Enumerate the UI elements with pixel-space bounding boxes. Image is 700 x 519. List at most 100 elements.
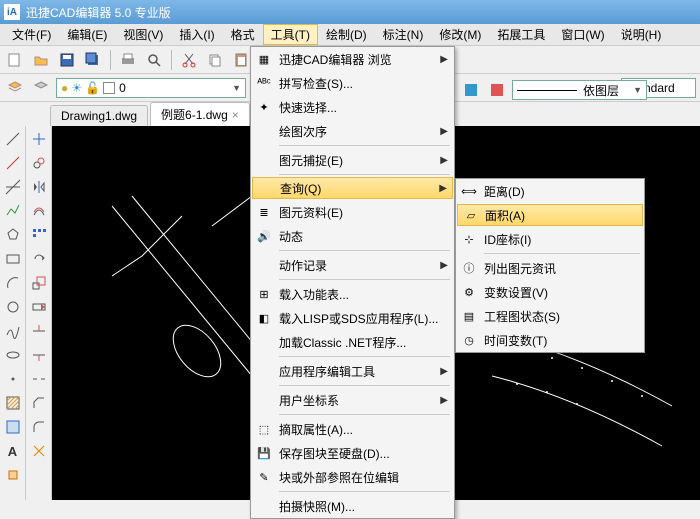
menu-view[interactable]: 视图(V) bbox=[115, 24, 171, 45]
scale-icon[interactable] bbox=[28, 272, 50, 294]
tab-example61[interactable]: 例题6-1.dwg× bbox=[150, 102, 250, 126]
menu-item[interactable]: ◷时间变数(T) bbox=[456, 328, 644, 352]
info-icon: ⓘ bbox=[460, 259, 478, 277]
id-icon: ⊹ bbox=[460, 230, 478, 248]
block-icon[interactable] bbox=[2, 464, 24, 486]
arc-icon[interactable] bbox=[2, 272, 24, 294]
query-submenu: ⟺距离(D)▱面积(A)⊹ID座标(I) ⓘ列出图元资讯⚙变数设置(V)▤工程图状… bbox=[455, 178, 645, 353]
layer-combo[interactable]: ● ☀ 🔓 0 ▼ bbox=[56, 78, 246, 98]
point-icon[interactable] bbox=[2, 368, 24, 390]
open-icon[interactable] bbox=[30, 49, 52, 71]
app-logo-icon: iA bbox=[4, 4, 20, 20]
fillet-icon[interactable] bbox=[28, 416, 50, 438]
menu-extension[interactable]: 拓展工具 bbox=[489, 24, 553, 45]
offset-icon[interactable] bbox=[28, 200, 50, 222]
menu-modify[interactable]: 修改(M) bbox=[431, 24, 489, 45]
ellipse-icon[interactable] bbox=[2, 344, 24, 366]
polyline-icon[interactable] bbox=[2, 200, 24, 222]
menu-draw[interactable]: 绘制(D) bbox=[318, 24, 375, 45]
menu-insert[interactable]: 插入(I) bbox=[171, 24, 222, 45]
copy-icon[interactable] bbox=[204, 49, 226, 71]
menu-window[interactable]: 窗口(W) bbox=[553, 24, 612, 45]
mirror-icon[interactable] bbox=[28, 176, 50, 198]
stretch-icon[interactable] bbox=[28, 296, 50, 318]
chevron-right-icon: ▶ bbox=[439, 183, 447, 194]
text-icon[interactable]: A bbox=[2, 440, 24, 462]
save-icon: 💾 bbox=[255, 444, 273, 462]
circle-icon[interactable] bbox=[2, 296, 24, 318]
explode-icon[interactable] bbox=[28, 440, 50, 462]
color2-icon[interactable] bbox=[486, 79, 508, 101]
color-icon[interactable] bbox=[460, 79, 482, 101]
menu-item[interactable]: 图元捕捉(E)▶ bbox=[251, 148, 454, 172]
menu-item[interactable]: ⓘ列出图元资讯 bbox=[456, 256, 644, 280]
xline-icon[interactable] bbox=[2, 176, 24, 198]
menu-item[interactable]: 🔊动态 bbox=[251, 224, 454, 248]
menu-item[interactable]: ⊹ID座标(I) bbox=[456, 227, 644, 251]
ray-icon[interactable] bbox=[2, 152, 24, 174]
array-icon[interactable] bbox=[28, 224, 50, 246]
rotate-icon[interactable] bbox=[28, 248, 50, 270]
linetype-combo-value: 依图层 bbox=[583, 82, 619, 99]
polygon-icon[interactable] bbox=[2, 224, 24, 246]
spline-icon[interactable] bbox=[2, 320, 24, 342]
menu-help[interactable]: 说明(H) bbox=[613, 24, 670, 45]
app-title: 迅捷CAD编辑器 5.0 专业版 bbox=[26, 4, 171, 21]
menu-item[interactable]: ⬚摘取属性(A)... bbox=[251, 417, 454, 441]
menu-item[interactable]: ▱面积(A) bbox=[457, 204, 643, 226]
left-toolbar-2 bbox=[26, 126, 52, 500]
menu-item[interactable]: ⟺距离(D) bbox=[456, 179, 644, 203]
break-icon[interactable] bbox=[28, 368, 50, 390]
menu-item[interactable]: 查询(Q)▶ bbox=[252, 177, 453, 199]
menu-item[interactable]: ᴬᴮᶜ拼写检查(S)... bbox=[251, 71, 454, 95]
menu-item[interactable]: ✎块或外部参照在位编辑 bbox=[251, 465, 454, 489]
close-icon[interactable]: × bbox=[232, 108, 239, 122]
move-icon[interactable] bbox=[28, 128, 50, 150]
menu-item[interactable]: 加载Classic .NET程序... bbox=[251, 330, 454, 354]
menu-dimension[interactable]: 标注(N) bbox=[375, 24, 432, 45]
menu-item[interactable]: 💾保存图块至硬盘(D)... bbox=[251, 441, 454, 465]
status-icon: ▤ bbox=[460, 307, 478, 325]
menu-item[interactable]: 拍摄快照(M)... bbox=[251, 494, 454, 518]
menu-tools[interactable]: 工具(T) bbox=[263, 24, 318, 45]
new-icon[interactable] bbox=[4, 49, 26, 71]
tab-drawing1[interactable]: Drawing1.dwg bbox=[50, 105, 148, 126]
layer-icon[interactable] bbox=[4, 77, 26, 99]
layeroff-icon[interactable] bbox=[30, 77, 52, 99]
extract-icon: ⬚ bbox=[255, 420, 273, 438]
region-icon[interactable] bbox=[2, 416, 24, 438]
menu-edit[interactable]: 编辑(E) bbox=[59, 24, 115, 45]
wand-icon: ✦ bbox=[255, 98, 273, 116]
print-icon[interactable] bbox=[117, 49, 139, 71]
menu-item[interactable]: 动作记录▶ bbox=[251, 253, 454, 277]
menu-item[interactable]: 应用程序编辑工具▶ bbox=[251, 359, 454, 383]
hatch-icon[interactable] bbox=[2, 392, 24, 414]
extend-icon[interactable] bbox=[28, 344, 50, 366]
list-icon: ≣ bbox=[255, 203, 273, 221]
copy2-icon[interactable] bbox=[28, 152, 50, 174]
chamfer-icon[interactable] bbox=[28, 392, 50, 414]
menu-file[interactable]: 文件(F) bbox=[4, 24, 59, 45]
linetype-combo[interactable]: 依图层 ▼ bbox=[512, 80, 647, 100]
preview-icon[interactable] bbox=[143, 49, 165, 71]
paste-icon[interactable] bbox=[230, 49, 252, 71]
rect-icon[interactable] bbox=[2, 248, 24, 270]
left-toolbar-1: A bbox=[0, 126, 26, 500]
line-icon[interactable] bbox=[2, 128, 24, 150]
toolbar-linetype: 依图层 ▼ bbox=[460, 78, 694, 102]
menu-item[interactable]: 用户坐标系▶ bbox=[251, 388, 454, 412]
menu-item[interactable]: 绘图次序▶ bbox=[251, 119, 454, 143]
menu-format[interactable]: 格式 bbox=[223, 24, 263, 45]
menu-item[interactable]: ▦迅捷CAD编辑器 浏览▶ bbox=[251, 47, 454, 71]
menu-item[interactable]: ⚙变数设置(V) bbox=[456, 280, 644, 304]
cut-icon[interactable] bbox=[178, 49, 200, 71]
saveall-icon[interactable] bbox=[82, 49, 104, 71]
menu-item[interactable]: ▤工程图状态(S) bbox=[456, 304, 644, 328]
save-icon[interactable] bbox=[56, 49, 78, 71]
trim-icon[interactable] bbox=[28, 320, 50, 342]
menu-item[interactable]: ✦快速选择... bbox=[251, 95, 454, 119]
menu-item[interactable]: ◧载入LISP或SDS应用程序(L)... bbox=[251, 306, 454, 330]
dist-icon: ⟺ bbox=[460, 182, 478, 200]
menu-item[interactable]: ⊞载入功能表... bbox=[251, 282, 454, 306]
menu-item[interactable]: ≣图元资料(E) bbox=[251, 200, 454, 224]
